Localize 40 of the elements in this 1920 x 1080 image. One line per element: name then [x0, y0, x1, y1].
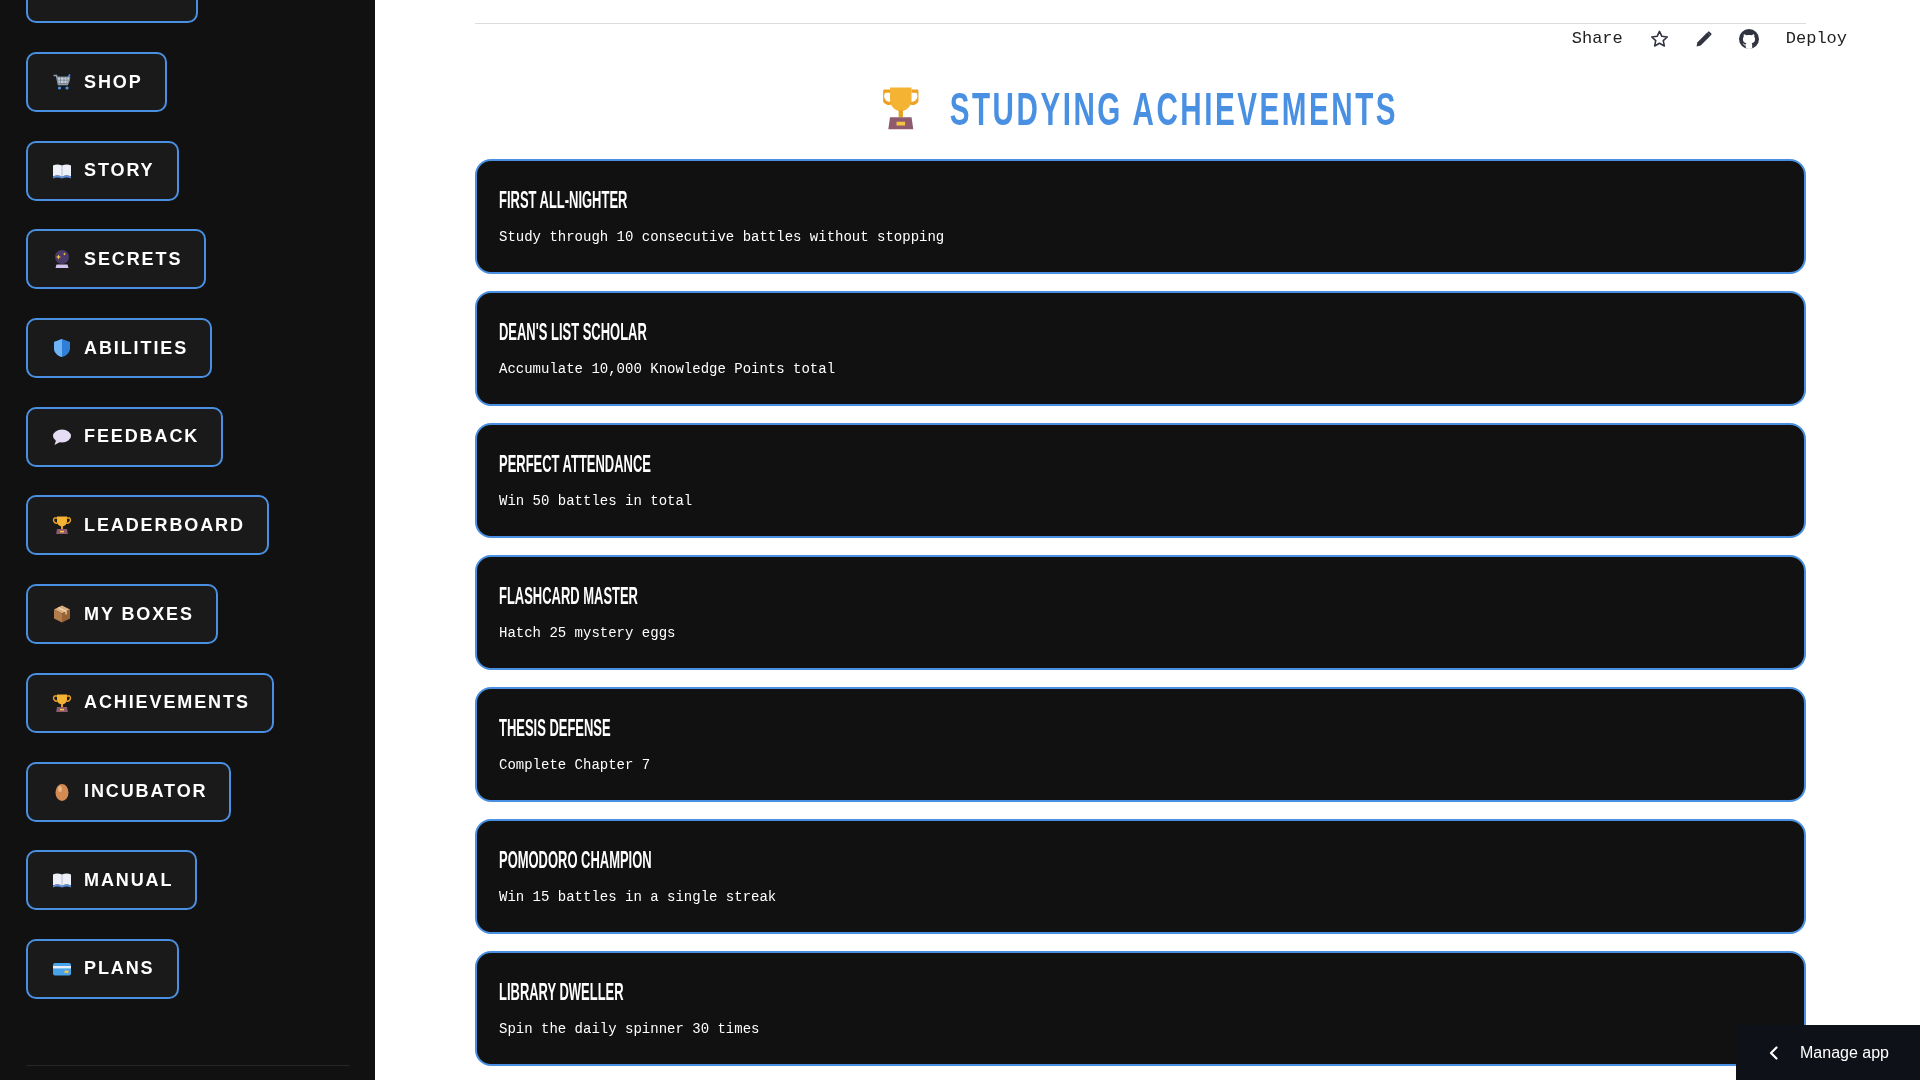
- github-icon[interactable]: [1738, 29, 1759, 49]
- trophy-icon: [52, 692, 72, 713]
- trophy-icon: [882, 87, 919, 130]
- achievement-description: Hatch 25 mystery eggs: [499, 623, 676, 643]
- page-title: STUDYING ACHIEVEMENTS: [949, 85, 1399, 132]
- achievement-title: FLASHCARD MASTER: [499, 584, 638, 608]
- sidebar-button[interactable]: STORY: [26, 140, 179, 201]
- deploy-button[interactable]: Deploy: [1785, 28, 1847, 50]
- achievement-description: Win 15 battles in a single streak: [499, 887, 777, 907]
- sidebar-button[interactable]: MY BOXES: [26, 584, 218, 645]
- share-button[interactable]: Share: [1571, 28, 1623, 50]
- star-icon[interactable]: [1649, 30, 1669, 48]
- achievement-description: Study through 10 consecutive battles without stopping: [499, 227, 945, 247]
- achievement-title: LIBRARY DWELLER: [499, 980, 624, 1004]
- achievement-description: Accumulate 10,000 Knowledge Points total: [499, 359, 836, 379]
- sidebar-button[interactable]: SECRETS: [26, 229, 207, 290]
- sidebar-button[interactable]: SHOP: [26, 52, 167, 112]
- crystal-ball-icon: [52, 249, 72, 270]
- chevron-left-icon: [1769, 1045, 1778, 1060]
- sidebar-button[interactable]: ABILITIES: [26, 318, 213, 379]
- achievement-description: Win 50 battles in total: [499, 491, 693, 511]
- trophy-icon: [52, 515, 72, 536]
- package-icon: [52, 604, 72, 625]
- sidebar-button[interactable]: PLANS: [26, 938, 179, 999]
- achievement-title: DEAN'S LIST SCHOLAR: [499, 320, 647, 344]
- achievement-title: THESIS DEFENSE: [499, 716, 611, 740]
- sidebar-button[interactable]: MANUAL: [26, 850, 198, 911]
- achievement-title: FIRST ALL-NIGHTER: [499, 188, 628, 212]
- achievement-title: POMODORO CHAMPION: [499, 848, 652, 872]
- achievement-description: Complete Chapter 7: [499, 755, 651, 775]
- pencil-icon[interactable]: [1695, 31, 1712, 47]
- sidebar-button[interactable]: ACHIEVEMENTS: [26, 672, 274, 733]
- manage-app-button[interactable]: Manage app: [1736, 1025, 1920, 1080]
- sidebar-button[interactable]: LEADERBOARD: [26, 495, 269, 556]
- sidebar-button[interactable]: INCUBATOR: [26, 761, 232, 822]
- cart-icon: [52, 72, 72, 92]
- shield-icon: [52, 338, 72, 359]
- sidebar-button[interactable]: FEEDBACK: [26, 406, 224, 467]
- achievement-title: PERFECT ATTENDANCE: [499, 452, 651, 476]
- achievement-description: Spin the daily spinner 30 times: [499, 1019, 760, 1039]
